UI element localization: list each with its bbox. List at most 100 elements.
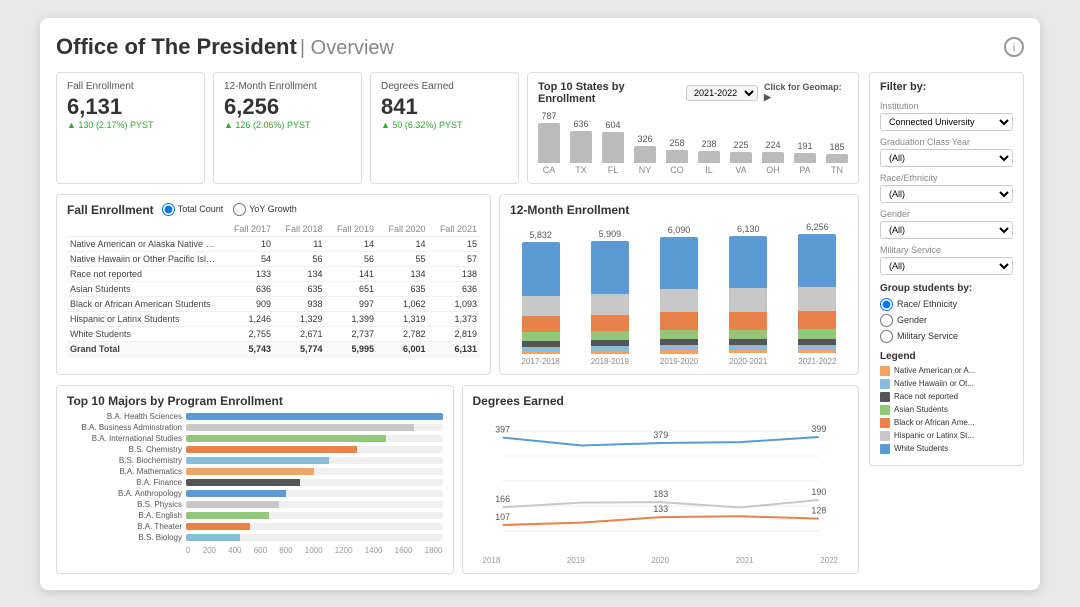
grad-class-filter: Graduation Class Year (All) [880,137,1013,167]
row-value: 134 [377,266,428,281]
major-bar-row: B.S. Physics [67,500,443,509]
row-value: 1,093 [429,296,481,311]
state-col: 636 TX [570,119,592,175]
row-value: 5,774 [274,341,325,356]
col-header: Fall 2021 [429,222,481,237]
group-radio-0[interactable] [880,298,893,311]
major-bar-track [186,424,443,431]
row-value: 1,062 [377,296,428,311]
legend-items: Native American or A...Native Hawaiin or… [880,366,1013,454]
row-value: 5,743 [223,341,274,356]
major-bar-track [186,501,443,508]
state-value: 238 [701,139,716,149]
major-bar-row: B.S. Biochemistry [67,456,443,465]
major-bar-fill [186,534,240,541]
group-option-1[interactable]: Gender [880,314,1013,327]
legend-dot-2 [880,392,890,402]
radio-total-count[interactable]: Total Count [162,203,224,216]
states-year-dropdown[interactable]: 2021-2022 [686,85,758,101]
bar-segment-native_am [660,350,698,354]
info-icon[interactable]: i [1004,37,1024,57]
x-axis-label: 600 [254,546,267,555]
states-header: Top 10 States by Enrollment 2021-2022 Cl… [538,81,848,105]
row-label: Grand Total [67,341,223,356]
major-label: B.A. Business Adminstration [67,423,182,432]
row-value: 141 [326,266,377,281]
x-axis-label: 800 [279,546,292,555]
month12-enrollment-stat: 12-Month Enrollment 6,256 126 (2.06%) PY… [213,72,362,184]
table-row: Black or African American Students909938… [67,296,480,311]
table-row: Hispanic or Latinx Students1,2461,3291,3… [67,311,480,326]
major-bar-track [186,490,443,497]
legend-dot-4 [880,418,890,428]
major-label: B.S. Biochemistry [67,456,182,465]
majors-title: Top 10 Majors by Program Enrollment [67,394,443,408]
major-bar-track [186,457,443,464]
row-value: 6,131 [429,341,481,356]
major-bar-row: B.A. International Studies [67,434,443,443]
row-value: 909 [223,296,274,311]
gender-select[interactable]: (All) [880,221,1013,239]
major-label: B.A. Mathematics [67,467,182,476]
major-label: B.S. Chemistry [67,445,182,454]
table-row: Asian Students636635651635636 [67,281,480,296]
row-value: 2,671 [274,326,325,341]
grad-class-label: Graduation Class Year [880,137,1013,147]
x-axis-label: 1000 [305,546,323,555]
state-value: 326 [637,134,652,144]
race-ethnicity-select[interactable]: (All) [880,185,1013,203]
svg-text:190: 190 [811,486,826,496]
military-select[interactable]: (All) [880,257,1013,275]
state-bar [634,146,656,163]
legend-label-5: Hispanic or Latinx St... [894,431,974,440]
major-bar-fill [186,501,279,508]
group-radio-1[interactable] [880,314,893,327]
col-header: Fall 2018 [274,222,325,237]
col-header: Fall 2017 [223,222,274,237]
radio-yoy-growth-input[interactable] [233,203,246,216]
grad-class-select[interactable]: (All) [880,149,1013,167]
legend-dot-0 [880,366,890,376]
major-label: B.A. Theater [67,522,182,531]
state-col: 225 VA [730,140,752,175]
row-value: 636 [223,281,274,296]
group-option-label: Gender [897,315,927,325]
col-header: Fall 2020 [377,222,428,237]
bottom-row: Top 10 Majors by Program Enrollment B.A.… [56,385,859,574]
group-option-2[interactable]: Military Service [880,330,1013,343]
state-code: CO [670,165,684,175]
row-label: Asian Students [67,281,223,296]
bar-group: 6,2562021-2022 [787,222,848,366]
state-value: 787 [541,111,556,121]
states-geomap-link[interactable]: Click for Geomap: ▶ [764,82,848,103]
degrees-earned-value: 841 [381,94,508,120]
group-option-0[interactable]: Race/ Ethnicity [880,298,1013,311]
legend-title: Legend [880,351,1013,362]
filter-title: Filter by: [880,81,1013,93]
x-axis-label: 1400 [365,546,383,555]
majors-card: Top 10 Majors by Program Enrollment B.A.… [56,385,454,574]
svg-text:183: 183 [653,489,668,499]
bar-group: 6,0902019-2020 [648,225,709,366]
stacked-bar [729,236,767,354]
legend-label-1: Native Hawaiin or Ot... [894,379,974,388]
major-bar-row: B.S. Chemistry [67,445,443,454]
row-value: 10 [223,236,274,251]
state-code: CA [543,165,556,175]
institution-select[interactable]: Connected University [880,113,1013,131]
row-value: 14 [326,236,377,251]
row-value: 56 [326,251,377,266]
row-value: 55 [377,251,428,266]
fall-enrollment-radio-group: Total Count YoY Growth [162,203,297,216]
state-bar [794,153,816,163]
row-value: 11 [274,236,325,251]
bar-segment-black [522,316,560,332]
table-row: Native Hawaiin or Other Pacific Islander… [67,251,480,266]
month12-chart-card: 12-Month Enrollment 5,8322017-20185,9092… [499,194,859,375]
radio-yoy-growth[interactable]: YoY Growth [233,203,297,216]
state-bar [538,123,560,163]
group-radio-2[interactable] [880,330,893,343]
state-code: PA [799,165,810,175]
radio-total-count-input[interactable] [162,203,175,216]
legend-item-1: Native Hawaiin or Ot... [880,379,1013,389]
